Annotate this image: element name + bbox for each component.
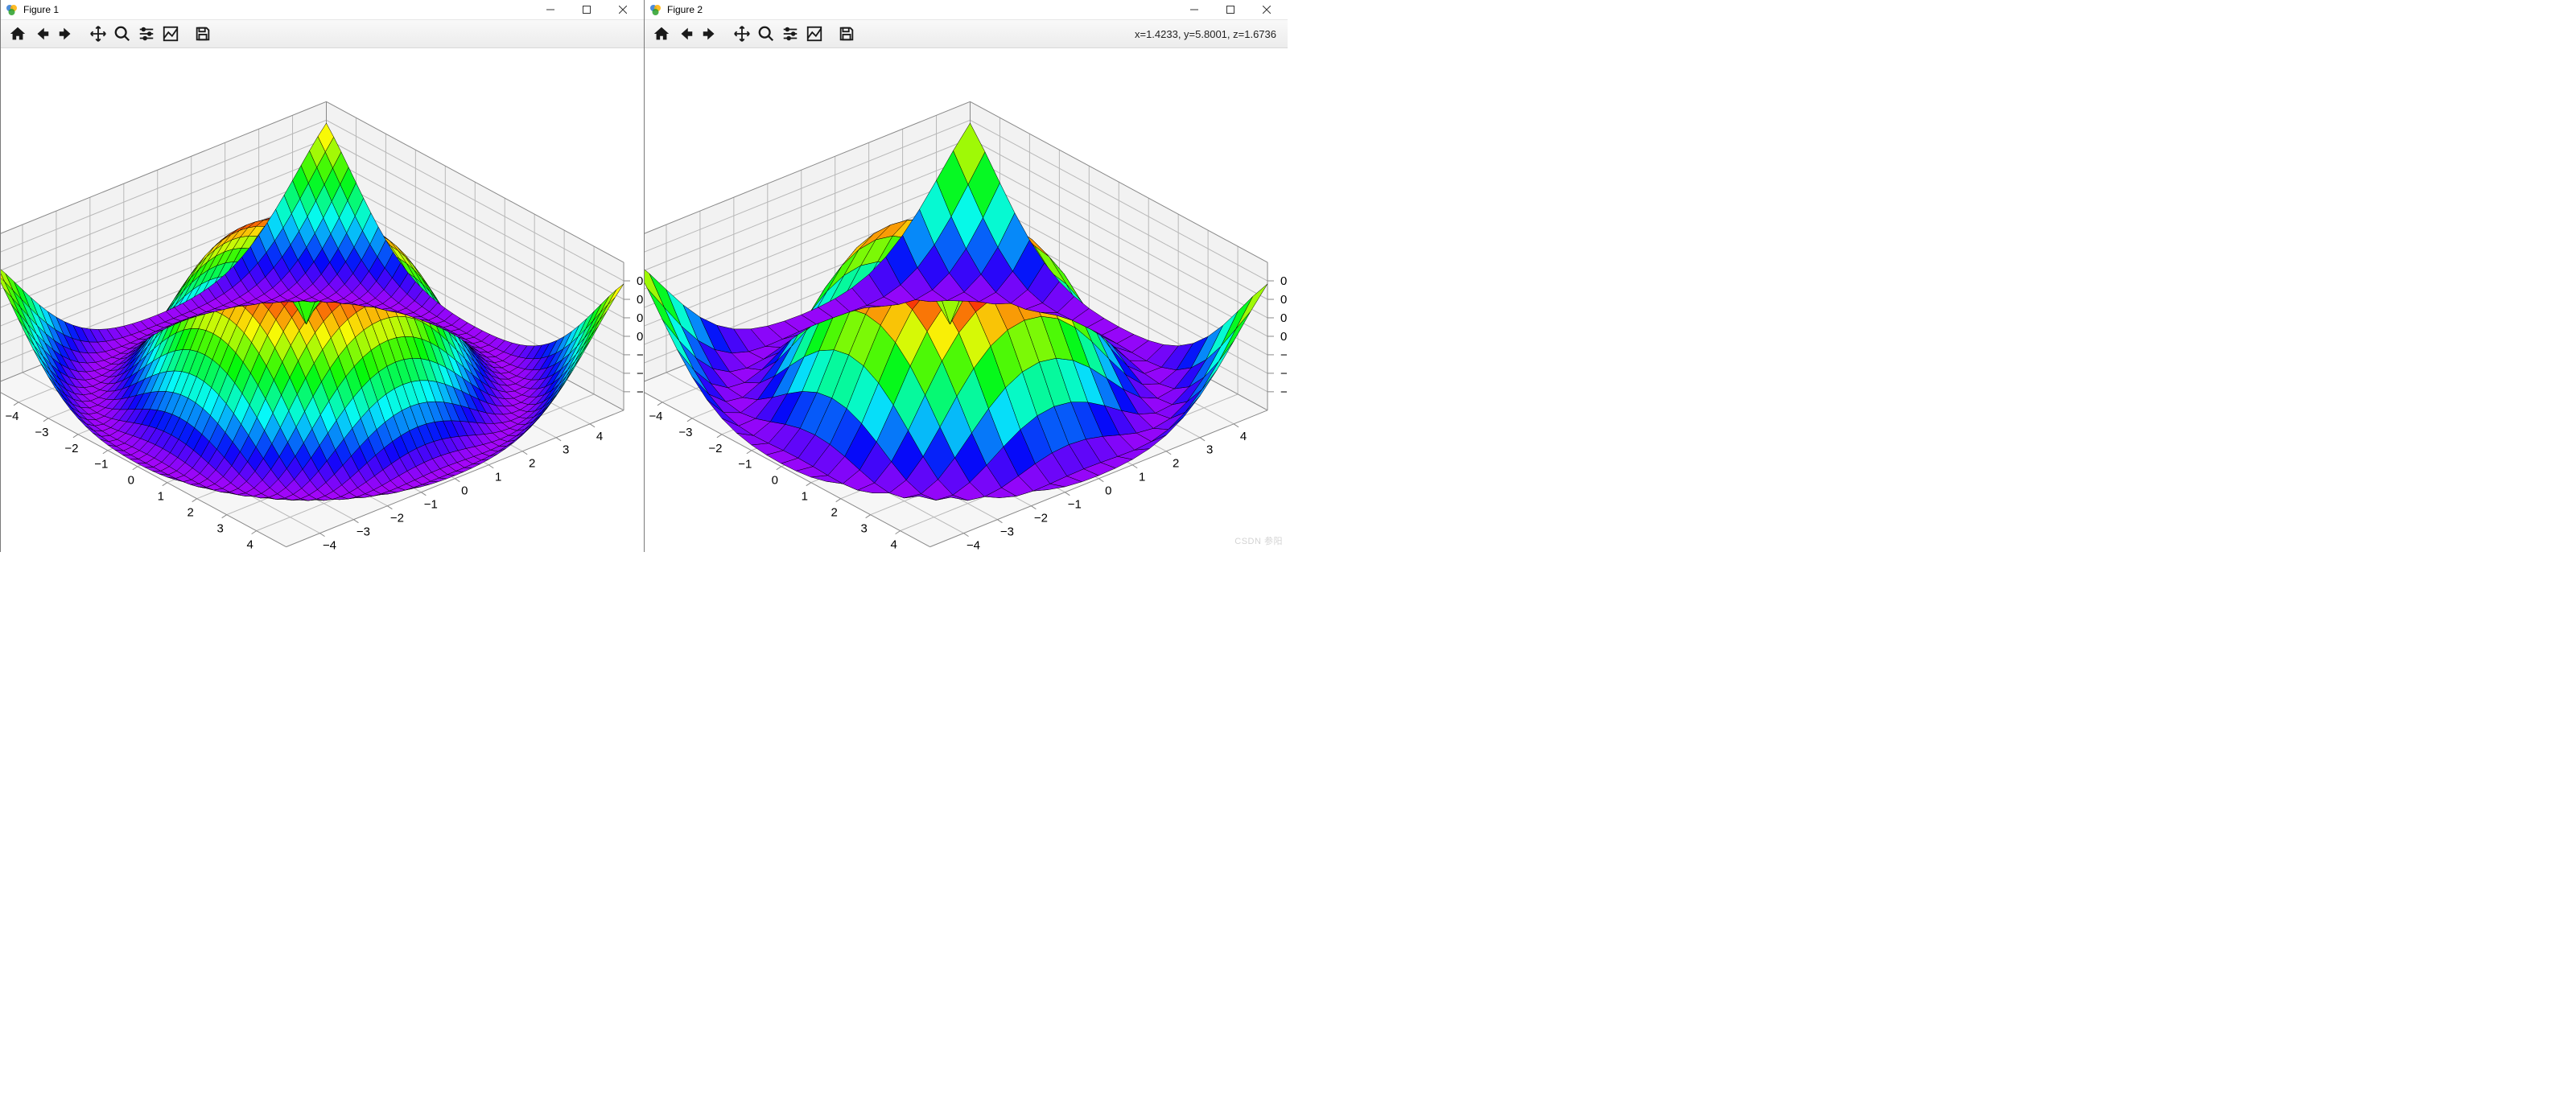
edit-button[interactable] bbox=[802, 22, 826, 46]
zoom-button[interactable] bbox=[754, 22, 778, 46]
svg-text:0.50: 0.50 bbox=[637, 293, 644, 307]
svg-text:4: 4 bbox=[246, 538, 253, 552]
svg-text:−4: −4 bbox=[649, 410, 662, 423]
svg-text:−0.50: −0.50 bbox=[1280, 367, 1288, 381]
svg-text:0: 0 bbox=[128, 474, 134, 488]
back-button[interactable] bbox=[30, 22, 54, 46]
svg-text:2: 2 bbox=[1173, 457, 1179, 471]
svg-text:−2: −2 bbox=[1034, 512, 1048, 525]
close-button[interactable] bbox=[1248, 1, 1284, 19]
svg-text:0.00: 0.00 bbox=[637, 330, 644, 344]
plot-canvas-1[interactable]: −4 −3 −2 −1 0 1 2 3 4 −4 −3 −2 −1 0 1 2 3 4 −0.75 −0.50 −0.2… bbox=[1, 48, 644, 552]
svg-text:0: 0 bbox=[772, 474, 778, 488]
maximize-button[interactable] bbox=[568, 1, 604, 19]
svg-text:1: 1 bbox=[1139, 471, 1145, 484]
titlebar[interactable]: Figure 1 bbox=[1, 0, 644, 19]
svg-text:4: 4 bbox=[1240, 430, 1247, 443]
svg-text:1: 1 bbox=[158, 490, 164, 504]
zoom-button[interactable] bbox=[110, 22, 134, 46]
svg-text:0.00: 0.00 bbox=[1280, 330, 1288, 344]
forward-button[interactable] bbox=[698, 22, 722, 46]
svg-text:−3: −3 bbox=[357, 525, 370, 539]
toolbar bbox=[1, 19, 644, 48]
svg-text:−4: −4 bbox=[5, 410, 19, 423]
svg-text:−3: −3 bbox=[1000, 525, 1014, 539]
toolbar: x=1.4233, y=5.8001, z=1.6736 bbox=[645, 19, 1288, 48]
svg-text:−1: −1 bbox=[738, 458, 752, 472]
svg-text:−0.50: −0.50 bbox=[637, 367, 644, 381]
svg-text:0.25: 0.25 bbox=[1280, 311, 1288, 325]
svg-text:3: 3 bbox=[563, 443, 569, 457]
home-button[interactable] bbox=[649, 22, 674, 46]
configure-button[interactable] bbox=[778, 22, 802, 46]
minimize-button[interactable] bbox=[1176, 1, 1212, 19]
svg-text:−1: −1 bbox=[424, 498, 438, 512]
svg-text:4: 4 bbox=[596, 430, 603, 443]
svg-text:−1: −1 bbox=[1068, 498, 1082, 512]
svg-text:−2: −2 bbox=[64, 442, 78, 455]
pan-button[interactable] bbox=[86, 22, 110, 46]
save-button[interactable] bbox=[835, 22, 859, 46]
svg-text:−0.25: −0.25 bbox=[637, 348, 644, 362]
svg-text:−2: −2 bbox=[390, 512, 404, 525]
pan-button[interactable] bbox=[730, 22, 754, 46]
svg-text:−0.75: −0.75 bbox=[637, 385, 644, 399]
svg-text:−1: −1 bbox=[94, 458, 108, 472]
svg-text:2: 2 bbox=[831, 506, 838, 520]
svg-text:−3: −3 bbox=[678, 426, 692, 439]
svg-text:3: 3 bbox=[860, 522, 867, 536]
configure-button[interactable] bbox=[134, 22, 159, 46]
figure-window-1: Figure 1 bbox=[0, 0, 644, 552]
app-icon bbox=[649, 3, 662, 16]
home-button[interactable] bbox=[6, 22, 30, 46]
svg-text:−4: −4 bbox=[967, 539, 980, 552]
titlebar[interactable]: Figure 2 bbox=[645, 0, 1288, 19]
svg-text:3: 3 bbox=[216, 522, 223, 536]
plot-canvas-2[interactable]: −4 −3 −2 −1 0 1 2 3 4 −4 −3 −2 −1 0 1 2 3 4 −0.75 −0.50 −0.2… bbox=[645, 48, 1288, 552]
svg-text:0.75: 0.75 bbox=[637, 274, 644, 288]
svg-text:−4: −4 bbox=[323, 539, 336, 552]
svg-text:0.75: 0.75 bbox=[1280, 274, 1288, 288]
cursor-readout: x=1.4233, y=5.8001, z=1.6736 bbox=[1135, 28, 1276, 40]
close-button[interactable] bbox=[604, 1, 641, 19]
save-button[interactable] bbox=[191, 22, 215, 46]
svg-text:1: 1 bbox=[802, 490, 808, 504]
forward-button[interactable] bbox=[54, 22, 78, 46]
svg-text:−2: −2 bbox=[708, 442, 722, 455]
svg-text:3: 3 bbox=[1206, 443, 1213, 457]
back-button[interactable] bbox=[674, 22, 698, 46]
edit-button[interactable] bbox=[159, 22, 183, 46]
window-title: Figure 1 bbox=[23, 4, 59, 15]
minimize-button[interactable] bbox=[532, 1, 568, 19]
app-icon bbox=[6, 3, 19, 16]
svg-text:0.50: 0.50 bbox=[1280, 293, 1288, 307]
svg-text:2: 2 bbox=[529, 457, 535, 471]
svg-text:0: 0 bbox=[1105, 484, 1111, 498]
window-title: Figure 2 bbox=[667, 4, 703, 15]
svg-text:0.25: 0.25 bbox=[637, 311, 644, 325]
svg-text:0: 0 bbox=[461, 484, 468, 498]
maximize-button[interactable] bbox=[1212, 1, 1248, 19]
svg-text:−0.25: −0.25 bbox=[1280, 348, 1288, 362]
svg-text:−0.75: −0.75 bbox=[1280, 385, 1288, 399]
svg-text:1: 1 bbox=[495, 471, 501, 484]
svg-text:−3: −3 bbox=[35, 426, 48, 439]
figure-window-2: Figure 2 bbox=[644, 0, 1288, 552]
svg-text:4: 4 bbox=[890, 538, 896, 552]
svg-text:2: 2 bbox=[188, 506, 194, 520]
